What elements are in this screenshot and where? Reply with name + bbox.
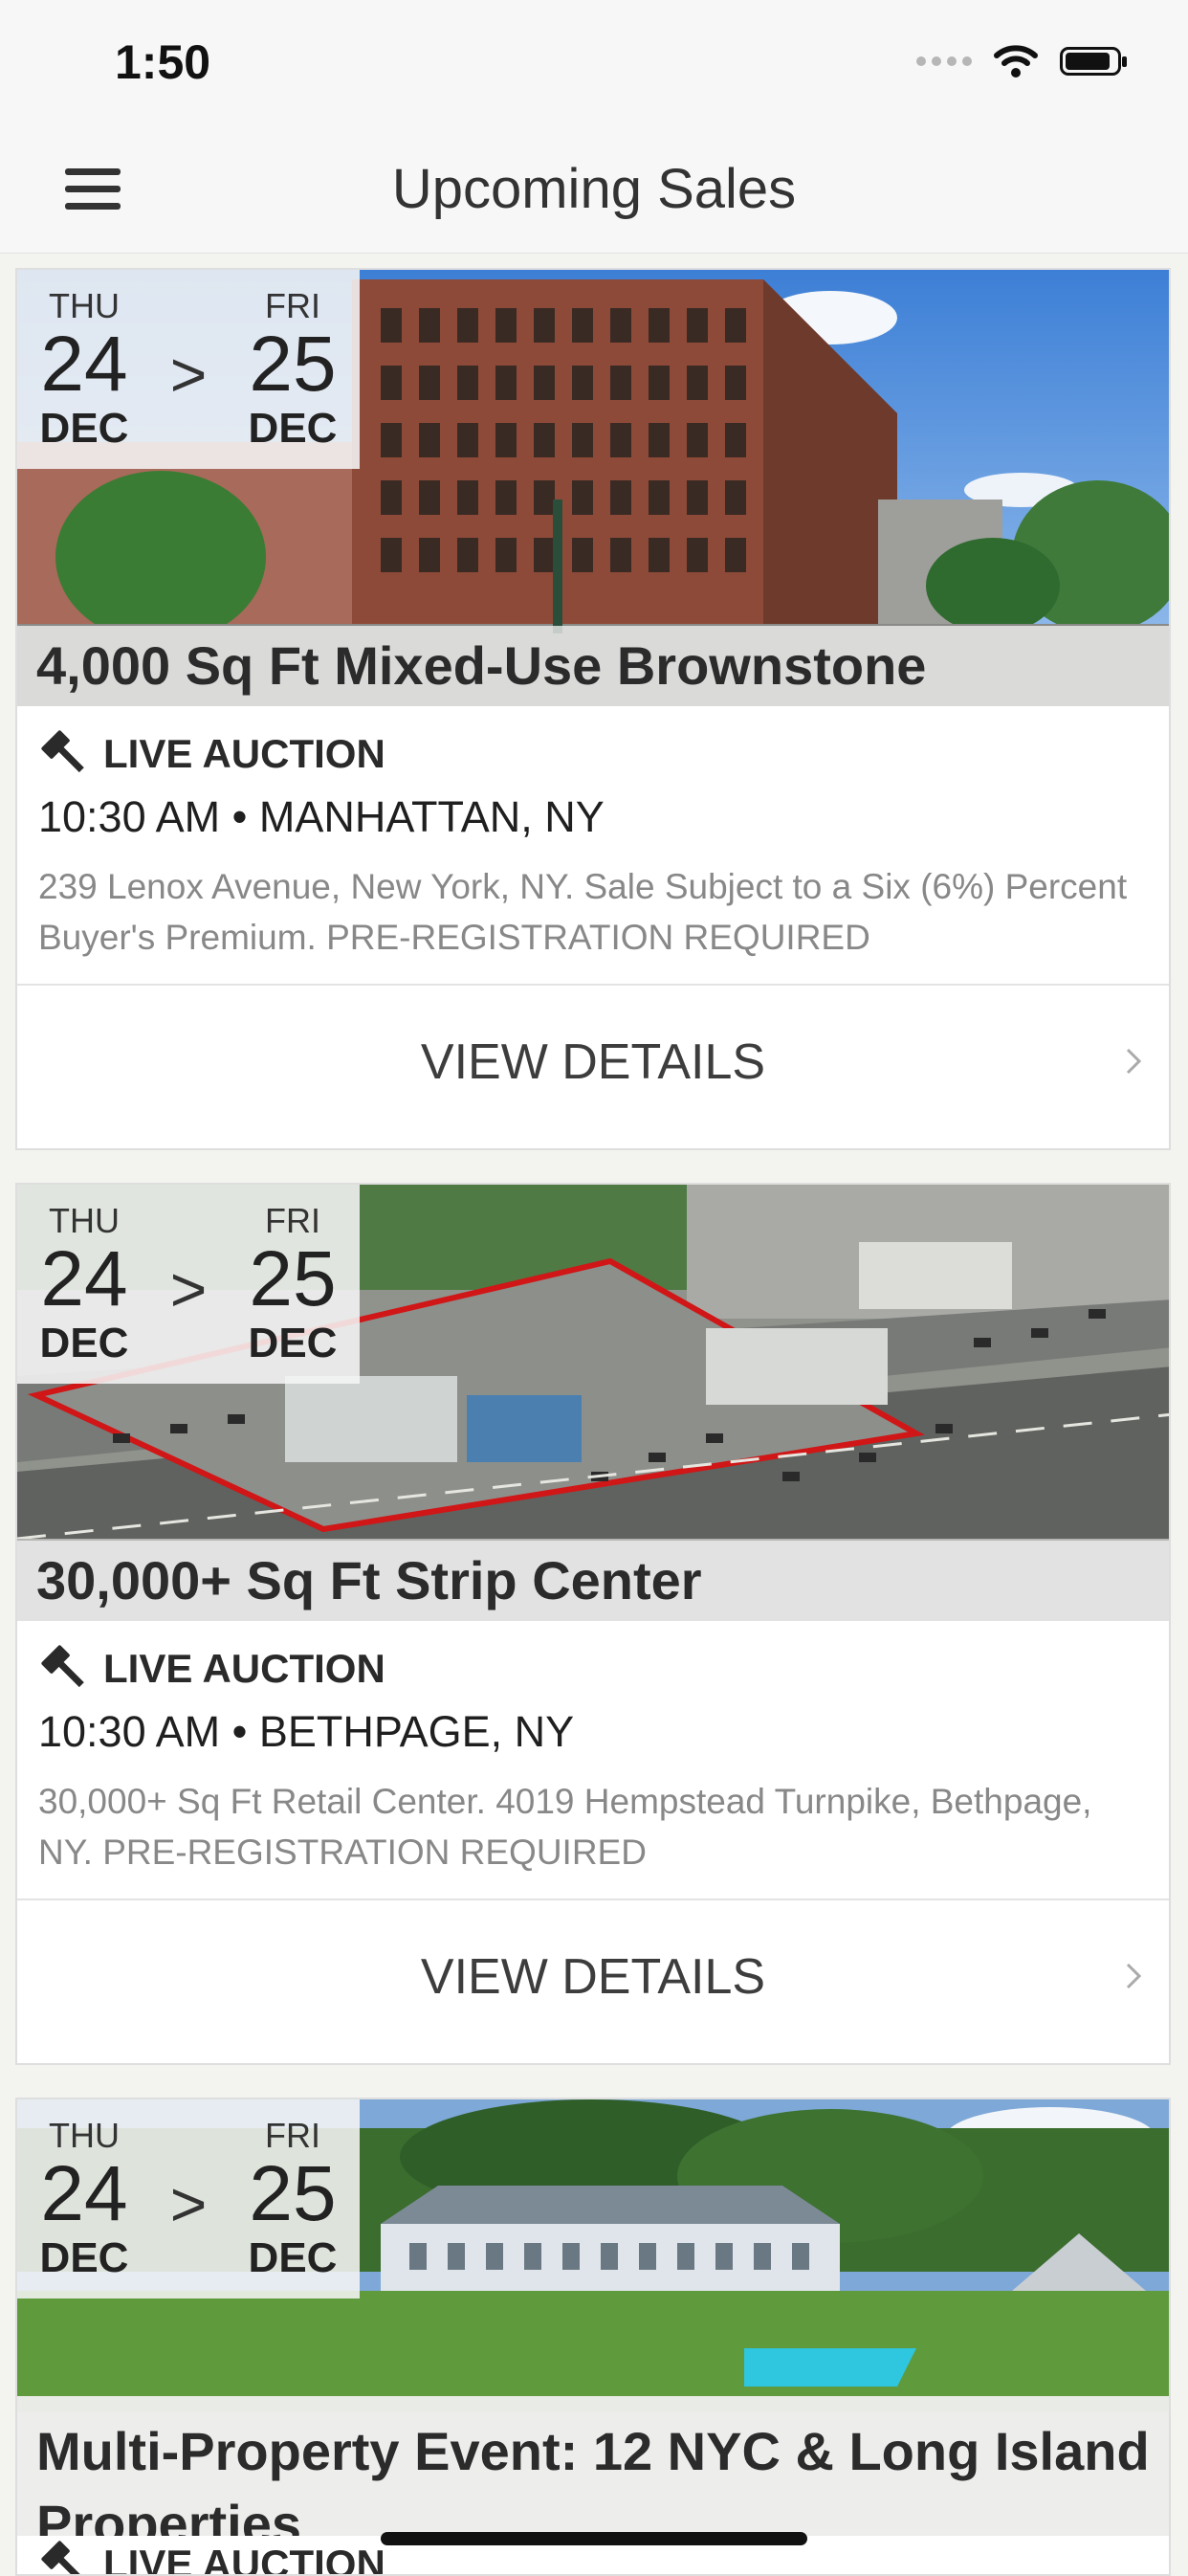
sale-title: Multi-Property Event: 12 NYC & Long Isla…	[36, 2421, 1150, 2536]
end-day-number: 25	[249, 1235, 337, 1322]
battery-icon	[1060, 47, 1127, 76]
end-month: DEC	[248, 1320, 338, 1366]
property-photo: THU 24 DEC > FRI 25 DEC 4,000 Sq Ft Mixe…	[17, 270, 1169, 706]
title-bar: 30,000+ Sq Ft Strip Center	[17, 1541, 1169, 1621]
start-date: THU 24 DEC	[17, 286, 151, 453]
view-details-button[interactable]: VIEW DETAILS	[17, 984, 1169, 1139]
chevron-right-icon	[1126, 1048, 1142, 1075]
sale-title: 30,000+ Sq Ft Strip Center	[36, 1550, 702, 1610]
gavel-icon	[41, 730, 84, 773]
start-weekday: THU	[49, 2116, 120, 2155]
gavel-icon	[41, 1645, 84, 1688]
end-weekday: FRI	[265, 1201, 320, 1240]
end-date: FRI 25 DEC	[226, 286, 360, 453]
start-weekday: THU	[49, 286, 120, 325]
signal-icon	[916, 56, 972, 66]
gavel-icon	[41, 2541, 84, 2574]
start-month: DEC	[39, 405, 129, 452]
wifi-icon	[994, 45, 1038, 78]
view-details-button[interactable]: VIEW DETAILS	[17, 1899, 1169, 2054]
auction-type-label: LIVE AUCTION	[103, 731, 385, 776]
sale-info: LIVE AUCTION 10:30 AM • BETHPAGE, NY 30,…	[17, 1621, 1169, 1899]
start-month: DEC	[39, 1320, 129, 1366]
start-date: THU 24 DEC	[17, 1201, 151, 1367]
title-bar: 4,000 Sq Ft Mixed-Use Brownstone	[17, 626, 1169, 706]
end-month: DEC	[248, 2234, 338, 2281]
end-weekday: FRI	[265, 2116, 320, 2155]
time-location: 10:30 AM • MANHATTAN, NY	[38, 792, 605, 841]
end-date: FRI 25 DEC	[226, 1201, 360, 1367]
sale-card[interactable]: THU 24 DEC > FRI 25 DEC 4,000 Sq Ft Mixe…	[15, 268, 1171, 1150]
start-date: THU 24 DEC	[17, 2116, 151, 2282]
start-day-number: 24	[40, 321, 128, 408]
title-bar: Multi-Property Event: 12 NYC & Long Isla…	[17, 2411, 1169, 2536]
end-day-number: 25	[249, 2150, 337, 2237]
date-range: THU 24 DEC > FRI 25 DEC	[17, 1185, 360, 1384]
date-arrow: >	[169, 1254, 208, 1324]
nav-bar: Upcoming Sales	[0, 126, 1188, 254]
status-time: 1:50	[115, 35, 211, 89]
end-date: FRI 25 DEC	[226, 2116, 360, 2282]
time-location: 10:30 AM • BETHPAGE, NY	[38, 1707, 575, 1756]
end-day-number: 25	[249, 321, 337, 408]
sale-info: LIVE AUCTION 10:30 AM • MANHATTAN, NY 23…	[17, 706, 1169, 984]
end-month: DEC	[248, 405, 338, 452]
date-range: THU 24 DEC > FRI 25 DEC	[17, 270, 360, 469]
start-day-number: 24	[40, 1235, 128, 1322]
auction-type-row: LIVE AUCTION	[38, 725, 1148, 783]
view-details-label: VIEW DETAILS	[420, 1949, 766, 2005]
status-icons	[916, 44, 1127, 78]
sale-card[interactable]: THU 24 DEC > FRI 25 DEC Multi-Property E…	[15, 2098, 1171, 2576]
page-title: Upcoming Sales	[391, 158, 797, 220]
property-photo: THU 24 DEC > FRI 25 DEC Multi-Property E…	[17, 2099, 1169, 2536]
end-weekday: FRI	[265, 286, 320, 325]
date-arrow: >	[169, 2168, 208, 2239]
date-range: THU 24 DEC > FRI 25 DEC	[17, 2099, 360, 2298]
date-arrow: >	[169, 339, 208, 410]
property-photo: THU 24 DEC > FRI 25 DEC 30,000+ Sq Ft St…	[17, 1185, 1169, 1621]
view-details-label: VIEW DETAILS	[420, 1034, 766, 1090]
start-month: DEC	[39, 2234, 129, 2281]
chevron-right-icon	[1126, 1963, 1142, 1989]
home-indicator[interactable]	[381, 2532, 807, 2545]
auction-type-row: LIVE AUCTION	[38, 1640, 1148, 1698]
auction-type-label: LIVE AUCTION	[103, 1646, 385, 1691]
start-weekday: THU	[49, 1201, 120, 1240]
status-bar: 1:50	[0, 0, 1188, 126]
sale-description: 239 Lenox Avenue, New York, NY. Sale Sub…	[38, 867, 1128, 957]
sale-card[interactable]: THU 24 DEC > FRI 25 DEC 30,000+ Sq Ft St…	[15, 1183, 1171, 2065]
sale-description: 30,000+ Sq Ft Retail Center. 4019 Hempst…	[38, 1782, 1092, 1872]
start-day-number: 24	[40, 2150, 128, 2237]
auction-type-label: LIVE AUCTION	[103, 2542, 385, 2576]
sale-title: 4,000 Sq Ft Mixed-Use Brownstone	[36, 635, 927, 696]
